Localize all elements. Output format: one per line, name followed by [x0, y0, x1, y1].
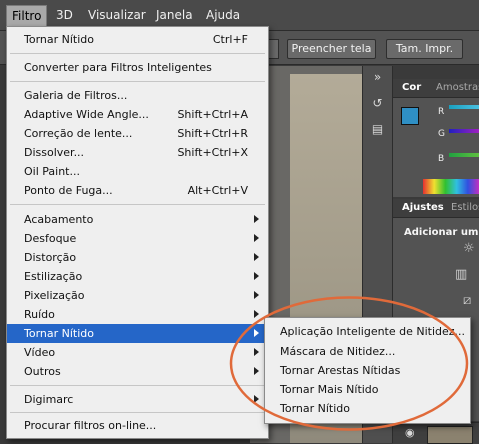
red-slider[interactable] [449, 105, 479, 109]
menu-separator [10, 81, 265, 82]
channel-r-label: R [438, 107, 445, 117]
menu-separator [10, 412, 265, 413]
submenu-item-unsharp-mask[interactable]: Máscara de Nitidez... [265, 342, 470, 361]
brush-preset-icon[interactable]: ▤ [369, 122, 386, 136]
color-panel-tabs: Cor Amostras [393, 79, 479, 98]
collapse-icon[interactable]: » [369, 70, 386, 84]
submenu-item-sharpen-more[interactable]: Tornar Mais Nítido [265, 380, 470, 399]
submenu-item-smart-sharpen[interactable]: Aplicação Inteligente de Nitidez... [265, 322, 470, 341]
filter-menu: Tornar Nítido Ctrl+F Converter para Filt… [6, 26, 269, 439]
layer-thumbnail[interactable] [427, 426, 473, 444]
sharpen-submenu: Aplicação Inteligente de Nitidez... Másc… [264, 317, 471, 424]
levels-icon[interactable]: ▥ [455, 267, 467, 282]
menu-item-blur[interactable]: Desfoque [7, 229, 268, 248]
adjustments-panel-tabs: Ajustes Estilos [393, 199, 479, 218]
submenu-arrow-icon [254, 253, 259, 261]
menu-item-browse-filters-online[interactable]: Procurar filtros on-line... [7, 416, 268, 435]
menu-item-adaptive-wide-angle[interactable]: Adaptive Wide Angle... Shift+Ctrl+A [7, 105, 268, 124]
curves-icon[interactable]: ⧄ [463, 293, 471, 308]
menu-visualizar[interactable]: Visualizar [88, 8, 146, 22]
history-icon[interactable]: ↺ [369, 96, 386, 110]
submenu-arrow-icon [254, 234, 259, 242]
foreground-color-swatch[interactable] [401, 107, 419, 125]
menu-item-last-filter[interactable]: Tornar Nítido Ctrl+F [7, 30, 268, 49]
menu-item-other[interactable]: Outros [7, 362, 268, 381]
menu-item-liquify[interactable]: Dissolver... Shift+Ctrl+X [7, 143, 268, 162]
submenu-arrow-icon [254, 291, 259, 299]
menu-item-lens-correction[interactable]: Correção de lente... Shift+Ctrl+R [7, 124, 268, 143]
menu-item-distort[interactable]: Distorção [7, 248, 268, 267]
menu-item-pixelate[interactable]: Pixelização [7, 286, 268, 305]
menu-item-convert-smart-filters[interactable]: Converter para Filtros Inteligentes [7, 58, 268, 77]
color-spectrum-bar[interactable] [423, 179, 479, 194]
visibility-eye-icon[interactable]: ◉ [405, 426, 415, 439]
menu-separator [10, 204, 265, 205]
submenu-item-sharpen-edges[interactable]: Tornar Arestas Nítidas [265, 361, 470, 380]
layers-panel-strip: ◉ [393, 422, 479, 444]
green-slider[interactable] [449, 129, 479, 133]
submenu-arrow-icon [254, 367, 259, 375]
menu-item-filter-gallery[interactable]: Galeria de Filtros... [7, 86, 268, 105]
menu-separator [10, 385, 265, 386]
menu-item-stylize[interactable]: Estilização [7, 267, 268, 286]
submenu-arrow-icon [254, 329, 259, 337]
tab-amostras[interactable]: Amostras [436, 82, 479, 93]
menu-item-oil-paint[interactable]: Oil Paint... [7, 162, 268, 181]
menu-item-vanishing-point[interactable]: Ponto de Fuga... Alt+Ctrl+V [7, 181, 268, 200]
menu-item-artistic[interactable]: Acabamento [7, 210, 268, 229]
menu-3d[interactable]: 3D [56, 8, 73, 22]
channel-g-label: G [438, 129, 445, 139]
adjustments-heading: Adicionar um aj [404, 227, 479, 238]
tab-estilos[interactable]: Estilos [451, 202, 479, 213]
channel-b-label: B [438, 154, 445, 164]
menu-item-sharpen[interactable]: Tornar Nítido [7, 324, 268, 343]
blue-slider[interactable] [449, 153, 479, 157]
menu-item-noise[interactable]: Ruído [7, 305, 268, 324]
submenu-arrow-icon [254, 395, 259, 403]
brightness-icon[interactable]: ☼ [463, 241, 475, 256]
submenu-arrow-icon [254, 215, 259, 223]
menu-item-video[interactable]: Vídeo [7, 343, 268, 362]
menu-ajuda[interactable]: Ajuda [206, 8, 240, 22]
menu-janela[interactable]: Janela [156, 8, 193, 22]
submenu-arrow-icon [254, 348, 259, 356]
fill-screen-button[interactable]: Preencher tela [287, 39, 376, 59]
submenu-arrow-icon [254, 272, 259, 280]
menu-separator [10, 53, 265, 54]
tab-cor[interactable]: Cor [402, 82, 421, 93]
options-button-partial[interactable] [268, 39, 279, 59]
submenu-item-sharpen[interactable]: Tornar Nítido [265, 399, 470, 418]
color-panel: Cor Amostras R G B [393, 79, 479, 197]
print-size-button[interactable]: Tam. Impr. [386, 39, 463, 59]
menu-filtro[interactable]: Filtro [6, 5, 48, 27]
menu-item-digimarc[interactable]: Digimarc [7, 390, 268, 409]
tab-ajustes[interactable]: Ajustes [402, 202, 444, 213]
submenu-arrow-icon [254, 310, 259, 318]
